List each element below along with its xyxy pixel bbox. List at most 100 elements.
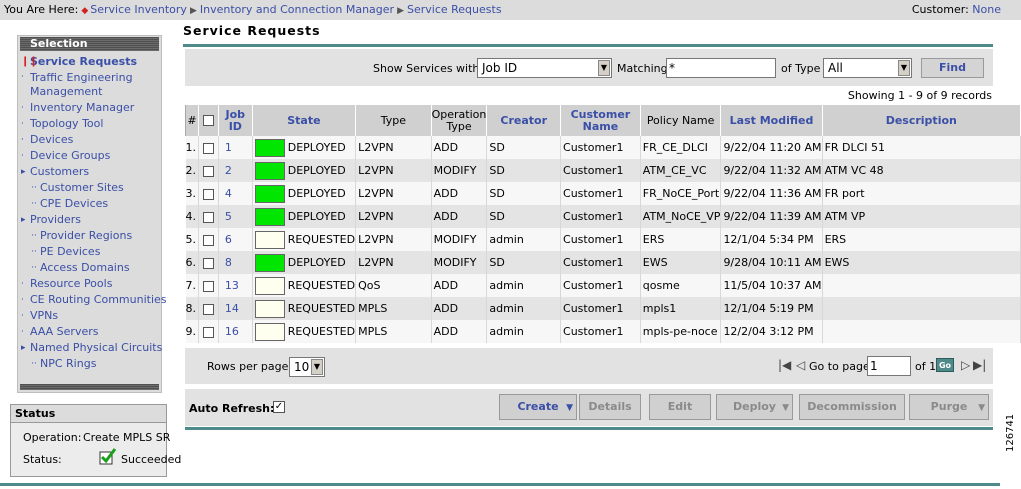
sidebar-item-ce-routing-communities[interactable]: · CE Routing Communities [20,292,167,308]
type-cell: L2VPN [355,228,432,251]
row-checkbox[interactable] [202,280,214,292]
job-id-link[interactable]: 14 [218,297,253,320]
sidebar-item-npc-rings[interactable]: ·· NPC Rings [20,356,161,372]
last-page-icon[interactable]: ▶| [973,358,986,372]
job-id-link[interactable]: 4 [218,182,253,205]
job-id-link[interactable]: 1 [218,136,253,159]
go-to-page-label: Go to page: [809,360,874,373]
state-color-indicator [254,253,285,272]
details-button[interactable]: Details [579,394,641,420]
sidebar-item-service-requests[interactable]: ❙❙ Service Requests [20,54,161,70]
job-id-link[interactable]: 2 [218,159,253,182]
customer-name-cell: Customer1 [560,228,641,251]
sidebar-item-customers[interactable]: ▸ Customers [20,164,161,180]
go-button[interactable]: Go [936,358,954,372]
next-page-icon[interactable]: ▷ [961,358,970,372]
auto-refresh-checkbox[interactable]: ✓ [273,401,285,413]
first-page-icon[interactable]: |◀ [778,358,791,372]
page-number-input[interactable]: 1 [867,356,911,376]
row-select-cell [198,228,219,251]
description-cell: ATM VC 48 [822,159,1021,182]
decommission-button[interactable]: Decommission [799,394,905,420]
job-id-link[interactable]: 8 [218,251,253,274]
sidebar-item-topology-tool[interactable]: · Topology Tool [20,116,161,132]
row-checkbox[interactable] [202,326,214,338]
sidebar-item-aaa-servers[interactable]: · AAA Servers [20,324,161,340]
state-cell: REQUESTED [252,297,357,320]
customer-name-cell: Customer1 [560,274,641,297]
matching-input[interactable]: * [666,58,776,78]
status-value: Succeeded [121,453,182,466]
sidebar-item-access-domains[interactable]: ·· Access Domains [20,260,161,276]
row-checkbox[interactable] [202,165,214,177]
action-bar: Auto Refresh: ✓ Create ▼ Details Edit Dep… [185,389,993,426]
row-select-cell [198,320,219,343]
description-cell: ERS [822,228,1021,251]
row-checkbox[interactable] [202,211,214,223]
sidebar-item-providers[interactable]: ▸ Providers [20,212,161,228]
last-modified-cell: 9/22/04 11:36 AM [720,182,823,205]
sidebar-item-vpns[interactable]: · VPNs [20,308,161,324]
customer-value-link[interactable]: None [972,3,1001,16]
breadcrumb-prefix: You Are Here: [4,3,79,16]
state-text: REQUESTED [287,279,356,292]
row-checkbox[interactable] [202,142,214,154]
sidebar-item-cpe-devices[interactable]: ·· CPE Devices [20,196,161,212]
column-header-state[interactable]: State [251,105,357,136]
state-text: DEPLOYED [287,141,346,154]
type-cell: MPLS [355,297,432,320]
sidebar-list: ❙❙ Service Requests · Traffic Engineering … [18,51,167,372]
sidebar-item-pe-devices[interactable]: ·· PE Devices [20,244,161,260]
state-color-indicator [254,161,285,180]
sidebar-item-inventory-manager[interactable]: · Inventory Manager [20,100,161,116]
last-modified-cell: 9/22/04 11:32 AM [720,159,823,182]
sidebar-item-device-groups[interactable]: · Device Groups [20,148,161,164]
chevron-down-icon: ▼ [311,359,323,375]
state-color-indicator [254,138,285,157]
sidebar-item-traffic-engineering[interactable]: · Traffic Engineering Management [20,70,161,100]
purge-button[interactable]: Purge ▼ [909,394,989,420]
select-all-checkbox[interactable] [202,115,214,126]
previous-page-icon[interactable]: ◁ [796,358,805,372]
job-id-link[interactable]: 13 [218,274,253,297]
state-text: DEPLOYED [287,210,346,223]
sidebar-item-resource-pools[interactable]: · Resource Pools [20,276,161,292]
column-header-creator[interactable]: Creator [486,105,562,136]
table-row: 4. 5 DEPLOYED L2VPN ADD SD Customer1 ATM_NoCE_V… [185,205,1021,228]
column-header-customer-name[interactable]: Customer Name [560,105,641,136]
column-header-job-id[interactable]: Job ID [217,105,253,136]
table-row: 3. 4 DEPLOYED L2VPN ADD SD Customer1 FR_NoCE_Po… [185,182,1021,205]
sidebar-item-provider-regions[interactable]: ·· Provider Regions [20,228,161,244]
sidebar-item-devices[interactable]: · Devices [20,132,161,148]
row-checkbox[interactable] [202,188,214,200]
breadcrumb-service-requests[interactable]: Service Requests [407,3,502,16]
job-id-link[interactable]: 5 [218,205,253,228]
breadcrumb-service-inventory[interactable]: Service Inventory [90,3,187,16]
type-select[interactable]: All ▼ [823,58,912,78]
policy-name-cell: ERS [640,228,722,251]
policy-name-cell: mpls-pe-noce [640,320,722,343]
create-button[interactable]: Create ▼ [499,394,577,420]
job-id-link[interactable]: 16 [218,320,253,343]
service-requests-table: # Job ID State Type Operation Type Creat… [185,105,1021,343]
breadcrumb-icm[interactable]: Inventory and Connection Manager [200,3,394,16]
table-row: 1. 1 DEPLOYED L2VPN ADD SD Customer1 FR_CE_DLCI… [185,136,1021,159]
records-count: Showing 1 - 9 of 9 records [847,89,992,102]
row-checkbox[interactable] [202,257,214,269]
edit-button[interactable]: Edit [649,394,711,420]
row-checkbox[interactable] [202,303,214,315]
state-cell: DEPLOYED [252,136,357,159]
rows-per-page-select[interactable]: 10 ▼ [289,357,325,377]
sidebar-item-named-physical-circuits[interactable]: ▸ Named Physical Circuits [20,340,162,356]
column-header-last-modified[interactable]: Last Modified [720,105,823,136]
state-text: DEPLOYED [287,256,346,269]
find-button[interactable]: Find [921,58,984,78]
sidebar-item-customer-sites[interactable]: ·· Customer Sites [20,180,161,196]
sub-bullet-icon: ·· [31,263,37,273]
job-id-link[interactable]: 6 [218,228,253,251]
deploy-button[interactable]: Deploy ▼ [716,394,793,420]
operation-type-cell: ADD [431,136,488,159]
row-checkbox[interactable] [202,234,214,246]
field-select[interactable]: Job ID ▼ [477,58,612,78]
column-header-description[interactable]: Description [821,105,1021,136]
